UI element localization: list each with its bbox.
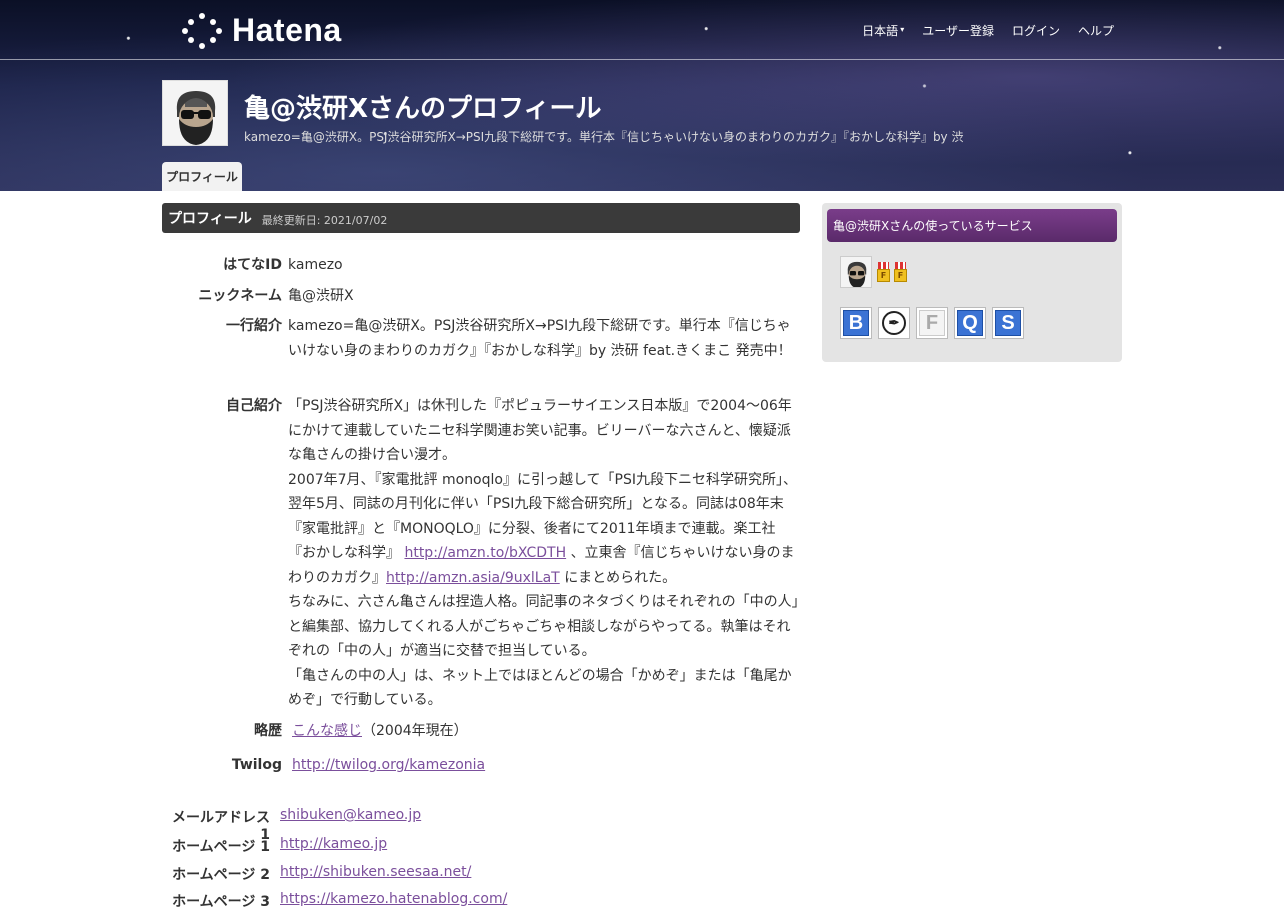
hatena-star-icon[interactable]: S: [992, 307, 1024, 339]
amazon-link-1[interactable]: http://amzn.to/bXCDTH: [404, 545, 566, 561]
profile-section-header: プロフィール 最終更新日: 2021/07/02: [162, 203, 800, 233]
intro-paragraph: 「亀さんの中の人」は、ネット上ではほとんどの場合「かめぞ」または「亀尾かめぞ」で…: [288, 667, 792, 709]
profile-main: プロフィール 最終更新日: 2021/07/02 はてなID kamezo ニッ…: [162, 203, 800, 910]
login-link[interactable]: ログイン: [1012, 22, 1060, 39]
services-title: 亀@渋研Xさんの使っているサービス: [827, 209, 1117, 242]
top-navigation: 日本語 ▾ ユーザー登録 ログイン ヘルプ: [862, 22, 1114, 39]
bearded-man-avatar-icon: [841, 257, 871, 287]
history-note: （2004年現在）: [362, 723, 468, 739]
page-title: 亀@渋研Xさんのプロフィール: [244, 94, 602, 124]
user-avatar-small[interactable]: [840, 256, 872, 288]
hatena-bookmark-icon[interactable]: B: [840, 307, 872, 339]
intro-paragraph: ちなみに、六さん亀さんは捏造人格。同記事のネタづくりはそれぞれの「中の人」と編集…: [288, 594, 799, 659]
logo-text: Hatena: [232, 12, 342, 48]
homepage-2-row: ホームページ 2 http://shibuken.seesaa.net/: [162, 864, 471, 884]
hatena-logo-mark-icon: [182, 12, 222, 49]
hatena-fotolife-icon[interactable]: F: [916, 307, 948, 339]
field-label: 略歴: [254, 723, 282, 739]
homepage-3-row: ホームページ 3 https://kamezo.hatenablog.com/: [162, 891, 507, 911]
amazon-link-2[interactable]: http://amzn.asia/9uxlLaT: [386, 570, 560, 586]
oneliner-row: 一行紹介 kamezo=亀@渋研X。PSJ渋谷研究所X→PSI九段下総研です。単…: [162, 314, 800, 363]
help-link[interactable]: ヘルプ: [1078, 22, 1114, 39]
field-label: 一行紹介: [226, 318, 282, 334]
field-label: ニックネーム: [198, 288, 282, 304]
field-label: ホームページ 2: [172, 867, 270, 883]
hatena-pen-icon[interactable]: ✒: [878, 307, 910, 339]
homepage-1-link[interactable]: http://kameo.jp: [280, 836, 387, 856]
twilog-link[interactable]: http://twilog.org/kamezonia: [292, 757, 485, 773]
last-updated: 最終更新日: 2021/07/02: [261, 213, 388, 227]
twilog-row: Twilog http://twilog.org/kamezonia: [162, 753, 800, 778]
field-label: はてなID: [223, 257, 282, 273]
intro-text: にまとめられた。: [564, 569, 677, 586]
nickname-row: ニックネーム 亀@渋研X: [162, 284, 800, 309]
nickname-value: 亀@渋研X: [288, 288, 354, 304]
twilog-value: http://twilog.org/kamezonia: [288, 753, 800, 778]
section-title: プロフィール: [168, 211, 252, 227]
hatena-id-value: kamezo: [288, 257, 343, 273]
services-sidebar: 亀@渋研Xさんの使っているサービス F F B ✒ F Q S: [822, 203, 1122, 362]
field-label: ホームページ 1: [172, 839, 270, 855]
medal-icon[interactable]: F: [876, 262, 891, 284]
history-link[interactable]: こんな感じ: [292, 723, 362, 739]
caret-down-icon: ▾: [900, 25, 905, 34]
field-label: ホームページ 3: [172, 894, 270, 910]
intro-paragraph: 「PSJ渋谷研究所X」は休刊した『ポピュラーサイエンス日本版』で2004〜06年…: [288, 398, 792, 463]
intro-paragraph: 2007年7月、『家電批評 monoqlo』に引っ越して「PSI九段下ニセ科学研…: [288, 468, 800, 591]
field-label: Twilog: [231, 757, 282, 773]
history-row: 略歴 こんな感じ（2004年現在）: [162, 719, 800, 744]
register-link[interactable]: ユーザー登録: [922, 22, 994, 39]
tab-profile[interactable]: プロフィール: [162, 162, 242, 191]
global-header: Hatena 日本語 ▾ ユーザー登録 ログイン ヘルプ: [0, 0, 1284, 60]
self-intro-value: 「PSJ渋谷研究所X」は休刊した『ポピュラーサイエンス日本版』で2004〜06年…: [288, 394, 800, 713]
hatena-logo[interactable]: Hatena: [182, 12, 342, 49]
profile-header-background: Hatena 日本語 ▾ ユーザー登録 ログイン ヘルプ 亀@渋研Xさんのプロフィ…: [0, 0, 1284, 191]
bearded-man-avatar-icon: [163, 81, 227, 145]
oneliner-value: kamezo=亀@渋研X。PSJ渋谷研究所X→PSI九段下総研です。単行本『信じ…: [288, 318, 792, 359]
homepage-2-link[interactable]: http://shibuken.seesaa.net/: [280, 864, 471, 884]
medals: F F: [876, 262, 908, 284]
user-avatar[interactable]: [162, 80, 228, 146]
medal-icon[interactable]: F: [893, 262, 908, 284]
history-value: こんな感じ（2004年現在）: [288, 719, 800, 744]
language-label: 日本語: [862, 24, 899, 38]
profile-one-line-description: kamezo=亀@渋研X。PSJ渋谷研究所X→PSI九段下総研です。単行本『信じ…: [244, 130, 964, 144]
language-selector[interactable]: 日本語 ▾: [862, 22, 904, 39]
self-intro-row: 自己紹介 「PSJ渋谷研究所X」は休刊した『ポピュラーサイエンス日本版』で200…: [162, 394, 800, 713]
hatena-question-icon[interactable]: Q: [954, 307, 986, 339]
field-label: 自己紹介: [226, 398, 282, 414]
homepage-3-link[interactable]: https://kamezo.hatenablog.com/: [280, 891, 507, 911]
hatena-id-row: はてなID kamezo: [162, 253, 800, 278]
homepage-1-row: ホームページ 1 http://kameo.jp: [162, 836, 387, 856]
service-icons: B ✒ F Q S: [840, 307, 1024, 339]
